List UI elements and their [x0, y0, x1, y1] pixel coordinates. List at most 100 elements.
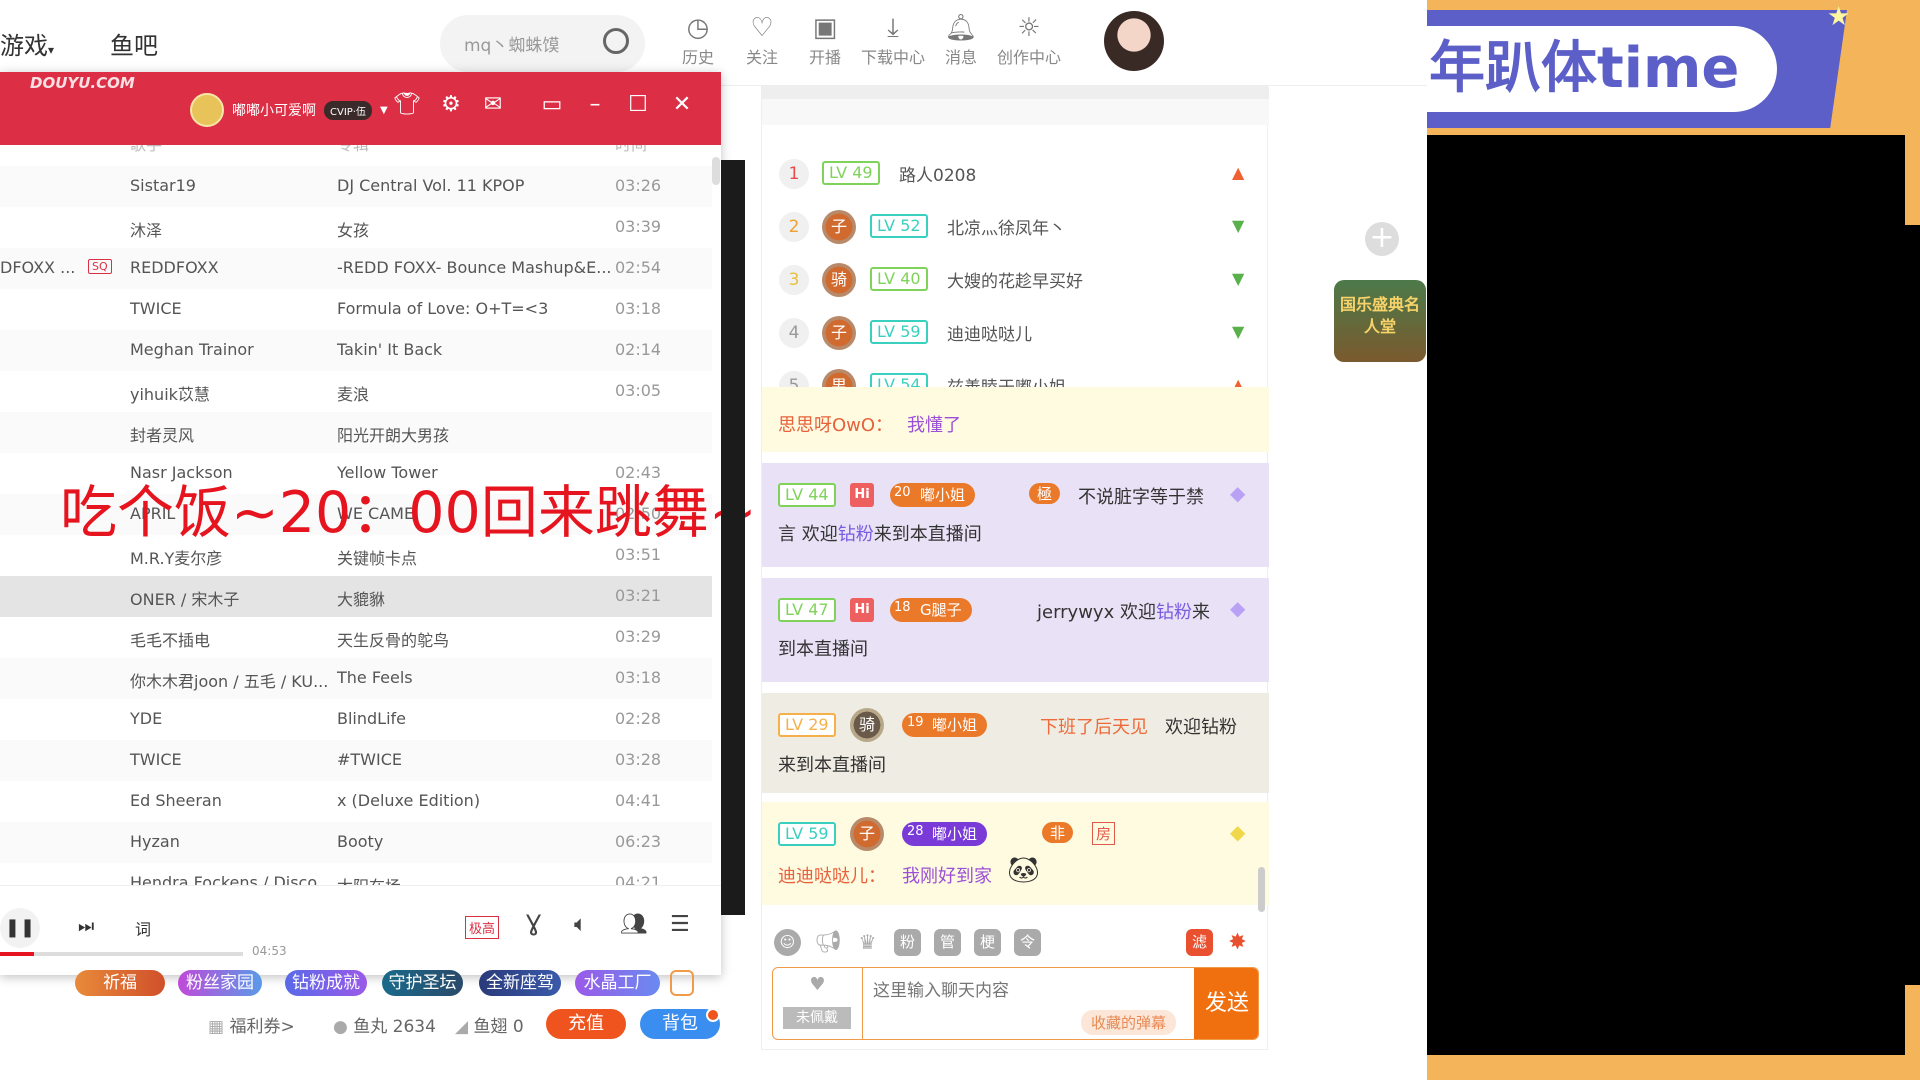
song-row[interactable]: Meghan Trainor Takin' It Back 02:14: [0, 330, 712, 371]
song-artist[interactable]: REDDFOXX: [130, 258, 219, 277]
song-artist[interactable]: 沐泽: [130, 217, 162, 241]
rank-row[interactable]: 3 骑 LV 40 大嫂的花趁早买好 ▼: [762, 255, 1269, 305]
chat-tool-button[interactable]: 梗: [974, 929, 1001, 956]
song-album[interactable]: Takin' It Back: [337, 340, 442, 359]
song-row[interactable]: DFOXX ... SQ REDDFOXX -REDD FOXX- Bounce Ma…: [0, 248, 712, 289]
wear-badge-button[interactable]: ♥ 未佩戴: [773, 968, 863, 1039]
song-album[interactable]: 大貔貅: [337, 586, 385, 610]
nav-heart[interactable]: ♡ 关注: [727, 12, 797, 68]
emoji-icon[interactable]: ☺: [774, 929, 801, 956]
song-artist[interactable]: Hyzan: [130, 832, 180, 851]
song-album[interactable]: 阳光开朗大男孩: [337, 422, 449, 446]
nav-download[interactable]: ⤓ 下载中心: [858, 12, 928, 68]
song-album[interactable]: BlindLife: [337, 709, 406, 728]
rank-row[interactable]: 5男 LV 54 兹善睦于嘟小姐 ▲: [762, 361, 1269, 387]
next-track-icon[interactable]: ⏭︎: [78, 916, 94, 937]
song-album[interactable]: 太阳在场: [337, 873, 401, 885]
chat-username[interactable]: 思思呀OwO：: [778, 411, 893, 437]
chat-username[interactable]: 下班了后天见: [1040, 713, 1148, 739]
song-artist[interactable]: Ed Sheeran: [130, 791, 222, 810]
rank-row[interactable]: 4 子 LV 59 迪迪哒哒儿 ▼: [762, 308, 1269, 358]
playlist-icon[interactable]: ☰: [670, 912, 690, 937]
chat-tool-button[interactable]: 令: [1014, 929, 1041, 956]
volume-icon[interactable]: 🔈︎: [574, 912, 587, 937]
song-row[interactable]: Ed Sheeran x (Deluxe Edition) 04:41: [0, 781, 712, 822]
splash-icon[interactable]: ✸: [1224, 929, 1251, 956]
filter-button[interactable]: 滤: [1186, 929, 1213, 956]
song-artist[interactable]: TWICE: [130, 299, 182, 318]
hall-of-fame-badge[interactable]: 国乐盛典名人堂: [1334, 280, 1426, 362]
search-input[interactable]: mq丶蜘蛛馍: [464, 31, 559, 56]
games-menu[interactable]: 游戏▾: [0, 26, 54, 61]
mini-mode-icon[interactable]: ▭: [537, 92, 567, 117]
nav-history[interactable]: ◷ 历史: [663, 12, 733, 68]
song-artist[interactable]: yihuik苡慧: [130, 381, 210, 405]
megaphone-icon[interactable]: 📢︎: [814, 929, 842, 956]
recharge-button[interactable]: 充值: [546, 1009, 626, 1039]
chat-tool-button[interactable]: 管: [934, 929, 961, 956]
song-row[interactable]: 你木木君joon / 五毛 / KU... The Feels 03:18: [0, 658, 712, 699]
nav-camera[interactable]: ▣ 开播: [790, 12, 860, 68]
more-features-button[interactable]: [670, 970, 694, 996]
lyrics-button[interactable]: 词: [135, 916, 151, 940]
video-player[interactable]: [1427, 135, 1905, 1055]
song-album[interactable]: 女孩: [337, 217, 369, 241]
song-row[interactable]: TWICE Formula of Love: O+T=<3 03:18: [0, 289, 712, 330]
listen-together-icon[interactable]: 👥︎: [620, 912, 648, 937]
feature-button[interactable]: 守护圣坛: [382, 970, 463, 996]
crown-icon[interactable]: ♛: [854, 929, 881, 956]
send-button[interactable]: 发送: [1194, 968, 1258, 1039]
song-artist[interactable]: ONER / 宋木子: [130, 586, 239, 610]
song-row[interactable]: ONER / 宋木子 大貔貅 03:21: [0, 576, 712, 617]
song-row[interactable]: 毛毛不插电 天生反骨的鸵鸟 03:29: [0, 617, 712, 658]
feature-button[interactable]: 水晶工厂: [575, 970, 660, 996]
gear-icon[interactable]: ⚙: [436, 92, 466, 117]
song-artist[interactable]: YDE: [130, 709, 162, 728]
fishbar-link[interactable]: 鱼吧: [110, 26, 158, 61]
nav-bulb[interactable]: ☼ 创作中心: [994, 12, 1064, 68]
search-box[interactable]: mq丶蜘蛛馍: [440, 15, 645, 72]
song-row[interactable]: Hendra Fockens / Disco... 太阳在场 04:21: [0, 863, 712, 885]
close-icon[interactable]: ✕: [667, 92, 697, 117]
song-album[interactable]: -REDD FOXX- Bounce Mashup&E...: [337, 258, 611, 277]
song-album[interactable]: The Feels: [337, 668, 413, 687]
song-row[interactable]: Sistar19 DJ Central Vol. 11 KPOP 03:26: [0, 166, 712, 207]
song-album[interactable]: DJ Central Vol. 11 KPOP: [337, 176, 524, 195]
maximize-icon[interactable]: ☐: [623, 92, 653, 117]
feature-button[interactable]: 粉丝家园: [178, 970, 262, 996]
song-album[interactable]: 天生反骨的鸵鸟: [337, 627, 449, 651]
rank-row[interactable]: 2 子 LV 52 北凉灬徐凤年丶 ▼: [762, 202, 1269, 252]
quality-button[interactable]: 极高: [465, 916, 500, 939]
feature-button[interactable]: 钻粉成就: [285, 970, 367, 996]
user-avatar[interactable]: [1104, 11, 1164, 71]
song-album[interactable]: #TWICE: [337, 750, 402, 769]
nav-bell[interactable]: 🔔︎ 消息: [926, 12, 996, 68]
song-artist[interactable]: 你木木君joon / 五毛 / KU...: [130, 668, 328, 692]
song-row[interactable]: yihuik苡慧 麦浪 03:05: [0, 371, 712, 412]
add-icon[interactable]: +: [1365, 222, 1399, 256]
coupon-link[interactable]: ▦ 福利券>: [208, 1012, 295, 1037]
song-artist[interactable]: TWICE: [130, 750, 182, 769]
favorite-danmaku-button[interactable]: 收藏的弹幕: [1081, 1010, 1177, 1035]
rank-row[interactable]: 1 LV 49 路人0208 ▲: [762, 149, 1269, 199]
song-row[interactable]: 沐泽 女孩 03:39: [0, 207, 712, 248]
feature-button[interactable]: 全新座驾: [479, 970, 561, 996]
search-icon[interactable]: [603, 28, 629, 54]
song-album[interactable]: Booty: [337, 832, 383, 851]
song-artist[interactable]: 封者灵风: [130, 422, 194, 446]
mail-icon[interactable]: ✉: [478, 92, 508, 117]
song-album[interactable]: Formula of Love: O+T=<3: [337, 299, 548, 318]
song-row[interactable]: YDE BlindLife 02:28: [0, 699, 712, 740]
song-album[interactable]: 麦浪: [337, 381, 369, 405]
feature-button[interactable]: 祈福: [75, 970, 165, 996]
song-row[interactable]: TWICE #TWICE 03:28: [0, 740, 712, 781]
song-artist[interactable]: Sistar19: [130, 176, 196, 195]
song-artist[interactable]: Meghan Trainor: [130, 340, 254, 359]
song-artist[interactable]: Hendra Fockens / Disco...: [130, 873, 332, 885]
minimize-icon[interactable]: –: [580, 92, 610, 117]
progress-bar[interactable]: [0, 952, 243, 956]
sound-effect-icon[interactable]: Ɣ: [526, 912, 541, 937]
scrollbar[interactable]: [712, 157, 720, 185]
player-user[interactable]: 嘟嘟小可爱啊 CVIP·伍 ▼: [190, 93, 388, 127]
song-row[interactable]: 封者灵风 阳光开朗大男孩: [0, 412, 712, 453]
